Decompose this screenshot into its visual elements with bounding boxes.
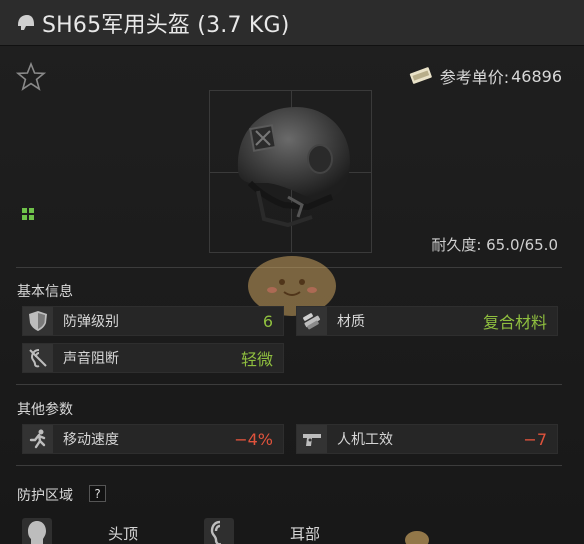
zone-ears: 耳部: [204, 518, 320, 544]
stat-move-speed: 移动速度 −4%: [22, 424, 284, 454]
ear-icon: [204, 518, 234, 544]
section-basic-info: 基本信息: [17, 284, 73, 300]
durability: 耐久度: 65.0/65.0: [431, 236, 558, 254]
shield-icon: [23, 307, 53, 335]
price-label: 参考单价:: [439, 68, 510, 87]
head-top-icon: [22, 518, 52, 544]
section-other-params: 其他参数: [17, 402, 73, 418]
cash-icon: [409, 67, 432, 84]
section-protection-zones: 防护区域: [17, 488, 73, 504]
stat-value: 复合材料: [482, 313, 547, 332]
help-button[interactable]: ?: [89, 485, 106, 502]
favorite-star-icon[interactable]: [16, 62, 46, 92]
stat-value: 6: [262, 311, 273, 331]
mascot-small-icon: [405, 531, 429, 544]
title-bar: SH65军用头盔 (3.7 KG): [0, 0, 584, 46]
zone-label: 头顶: [108, 524, 139, 543]
item-preview: [209, 90, 372, 253]
stat-label: 材质: [337, 314, 365, 330]
material-icon: [297, 307, 327, 335]
helmet-icon: [18, 14, 34, 30]
stat-material: 材质 复合材料: [296, 306, 558, 336]
divider: [16, 384, 562, 385]
stat-value: −4%: [234, 429, 273, 449]
item-size-grid-icon: [22, 208, 34, 220]
stat-label: 防弹级别: [63, 314, 119, 330]
stat-ergonomics: 人机工效 −7: [296, 424, 558, 454]
stat-armor-class: 防弹级别 6: [22, 306, 284, 336]
stat-value: −7: [523, 429, 547, 449]
stat-value: 轻微: [240, 350, 273, 369]
stat-label: 人机工效: [337, 432, 393, 448]
stat-label: 声音阻断: [63, 351, 119, 367]
stat-sound-blocking: 声音阻断 轻微: [22, 343, 284, 373]
helmet-image: [237, 107, 350, 228]
ear-muted-icon: [23, 344, 53, 372]
running-icon: [23, 425, 53, 453]
reference-price: 参考单价: 46896: [408, 64, 562, 88]
stat-label: 移动速度: [63, 432, 119, 448]
zone-label: 耳部: [290, 524, 321, 543]
divider: [16, 465, 562, 466]
window-title: SH65军用头盔 (3.7 KG): [42, 12, 290, 38]
zone-head-top: 头顶: [22, 518, 138, 544]
price-value: 46896: [511, 66, 562, 86]
pistol-icon: [297, 425, 327, 453]
